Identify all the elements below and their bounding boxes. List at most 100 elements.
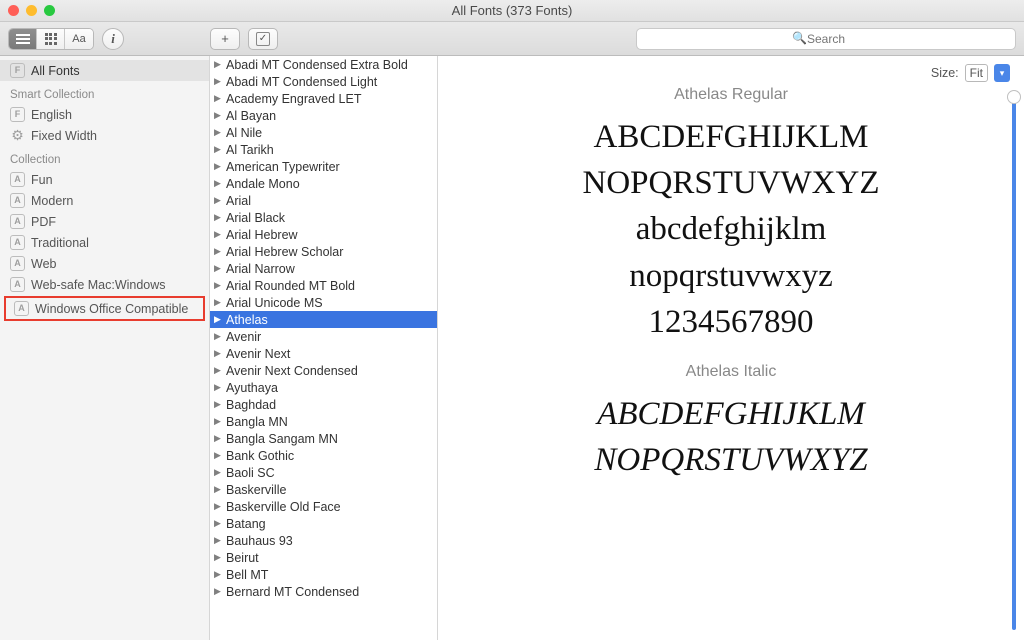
sidebar-item-web-safe[interactable]: AWeb-safe Mac:Windows (0, 274, 209, 295)
font-list-item[interactable]: ▶Baghdad (210, 396, 437, 413)
disclosure-triangle-icon[interactable]: ▶ (214, 59, 224, 70)
sidebar-item-fixed-width[interactable]: ⚙ Fixed Width (0, 125, 209, 146)
font-list-item[interactable]: ▶Bangla Sangam MN (210, 430, 437, 447)
info-button[interactable]: i (102, 28, 124, 50)
font-list-item[interactable]: ▶Avenir Next Condensed (210, 362, 437, 379)
font-list-item[interactable]: ▶Abadi MT Condensed Light (210, 73, 437, 90)
sidebar-item-pdf[interactable]: APDF (0, 211, 209, 232)
disclosure-triangle-icon[interactable]: ▶ (214, 450, 224, 461)
disclosure-triangle-icon[interactable]: ▶ (214, 467, 224, 478)
font-name-label: Avenir Next (226, 347, 290, 361)
font-list-item[interactable]: ▶Bangla MN (210, 413, 437, 430)
disclosure-triangle-icon[interactable]: ▶ (214, 110, 224, 121)
zoom-window-button[interactable] (44, 5, 55, 16)
disclosure-triangle-icon[interactable]: ▶ (214, 178, 224, 189)
preview-upper-2: NOPQRSTUVWXYZ (466, 160, 996, 206)
font-list-item[interactable]: ▶Arial Hebrew Scholar (210, 243, 437, 260)
disclosure-triangle-icon[interactable]: ▶ (214, 297, 224, 308)
font-list-item[interactable]: ▶Al Tarikh (210, 141, 437, 158)
size-select[interactable]: Fit (965, 64, 988, 82)
sidebar-item-traditional[interactable]: ATraditional (0, 232, 209, 253)
font-list-item[interactable]: ▶Bauhaus 93 (210, 532, 437, 549)
disclosure-triangle-icon[interactable]: ▶ (214, 246, 224, 257)
sidebar-item-english[interactable]: F English (0, 104, 209, 125)
font-list-item[interactable]: ▶Avenir Next (210, 345, 437, 362)
close-window-button[interactable] (8, 5, 19, 16)
font-list-item[interactable]: ▶Baskerville (210, 481, 437, 498)
font-list-item[interactable]: ▶Arial Unicode MS (210, 294, 437, 311)
font-list-item[interactable]: ▶Andale Mono (210, 175, 437, 192)
sidebar-item-fun[interactable]: AFun (0, 169, 209, 190)
disclosure-triangle-icon[interactable]: ▶ (214, 416, 224, 427)
font-name-label: Bangla MN (226, 415, 288, 429)
disclosure-triangle-icon[interactable]: ▶ (214, 535, 224, 546)
font-list-item[interactable]: ▶Arial Rounded MT Bold (210, 277, 437, 294)
font-list[interactable]: ▶Abadi MT Condensed Extra Bold▶Abadi MT … (210, 56, 438, 640)
font-list-item[interactable]: ▶Athelas (210, 311, 437, 328)
disclosure-triangle-icon[interactable]: ▶ (214, 552, 224, 563)
add-button[interactable]: + (210, 28, 240, 50)
font-list-item[interactable]: ▶Arial (210, 192, 437, 209)
disclosure-triangle-icon[interactable]: ▶ (214, 399, 224, 410)
disclosure-triangle-icon[interactable]: ▶ (214, 518, 224, 529)
disclosure-triangle-icon[interactable]: ▶ (214, 76, 224, 87)
disclosure-triangle-icon[interactable]: ▶ (214, 586, 224, 597)
sidebar-item-web[interactable]: AWeb (0, 253, 209, 274)
disclosure-triangle-icon[interactable]: ▶ (214, 161, 224, 172)
search-input[interactable] (636, 28, 1016, 50)
disclosure-triangle-icon[interactable]: ▶ (214, 348, 224, 359)
font-name-label: Bauhaus 93 (226, 534, 293, 548)
disclosure-triangle-icon[interactable]: ▶ (214, 433, 224, 444)
font-list-item[interactable]: ▶Batang (210, 515, 437, 532)
grid-view-button[interactable] (37, 29, 65, 49)
disclosure-triangle-icon[interactable]: ▶ (214, 501, 224, 512)
disclosure-triangle-icon[interactable]: ▶ (214, 229, 224, 240)
disclosure-triangle-icon[interactable]: ▶ (214, 263, 224, 274)
sidebar-item-label: Fixed Width (31, 129, 97, 143)
disclosure-triangle-icon[interactable]: ▶ (214, 127, 224, 138)
disclosure-triangle-icon[interactable]: ▶ (214, 314, 224, 325)
font-list-item[interactable]: ▶Bank Gothic (210, 447, 437, 464)
disclosure-triangle-icon[interactable]: ▶ (214, 212, 224, 223)
size-slider-thumb[interactable] (1007, 90, 1021, 104)
disclosure-triangle-icon[interactable]: ▶ (214, 484, 224, 495)
font-list-item[interactable]: ▶Academy Engraved LET (210, 90, 437, 107)
font-name-label: Bank Gothic (226, 449, 294, 463)
font-list-item[interactable]: ▶Bell MT (210, 566, 437, 583)
validate-button[interactable]: ✓ (248, 28, 278, 50)
disclosure-triangle-icon[interactable]: ▶ (214, 382, 224, 393)
font-list-item[interactable]: ▶Abadi MT Condensed Extra Bold (210, 56, 437, 73)
size-control: Size: Fit ▾ (931, 64, 1010, 82)
sidebar-item-all-fonts[interactable]: F All Fonts (0, 60, 209, 81)
font-list-item[interactable]: ▶American Typewriter (210, 158, 437, 175)
font-list-item[interactable]: ▶Baoli SC (210, 464, 437, 481)
disclosure-triangle-icon[interactable]: ▶ (214, 195, 224, 206)
sidebar-header-smart: Smart Collection (0, 81, 209, 104)
font-list-item[interactable]: ▶Al Bayan (210, 107, 437, 124)
disclosure-triangle-icon[interactable]: ▶ (214, 569, 224, 580)
disclosure-triangle-icon[interactable]: ▶ (214, 144, 224, 155)
disclosure-triangle-icon[interactable]: ▶ (214, 280, 224, 291)
font-list-item[interactable]: ▶Arial Narrow (210, 260, 437, 277)
list-view-button[interactable] (9, 29, 37, 49)
sidebar-item-modern[interactable]: AModern (0, 190, 209, 211)
sidebar-item-windows-office[interactable]: AWindows Office Compatible (8, 300, 201, 317)
size-slider-track[interactable] (1012, 92, 1016, 630)
font-list-item[interactable]: ▶Arial Black (210, 209, 437, 226)
minimize-window-button[interactable] (26, 5, 37, 16)
font-list-item[interactable]: ▶Arial Hebrew (210, 226, 437, 243)
font-name-label: Arial Unicode MS (226, 296, 323, 310)
font-list-item[interactable]: ▶Baskerville Old Face (210, 498, 437, 515)
font-list-item[interactable]: ▶Beirut (210, 549, 437, 566)
font-list-item[interactable]: ▶Avenir (210, 328, 437, 345)
smart-collection-icon: F (10, 107, 25, 122)
sample-view-button[interactable]: Aa (65, 29, 93, 49)
disclosure-triangle-icon[interactable]: ▶ (214, 93, 224, 104)
font-list-item[interactable]: ▶Al Nile (210, 124, 437, 141)
disclosure-triangle-icon[interactable]: ▶ (214, 331, 224, 342)
font-name-label: Arial Hebrew (226, 228, 298, 242)
disclosure-triangle-icon[interactable]: ▶ (214, 365, 224, 376)
font-list-item[interactable]: ▶Ayuthaya (210, 379, 437, 396)
font-list-item[interactable]: ▶Bernard MT Condensed (210, 583, 437, 600)
size-dropdown-button[interactable]: ▾ (994, 64, 1010, 82)
